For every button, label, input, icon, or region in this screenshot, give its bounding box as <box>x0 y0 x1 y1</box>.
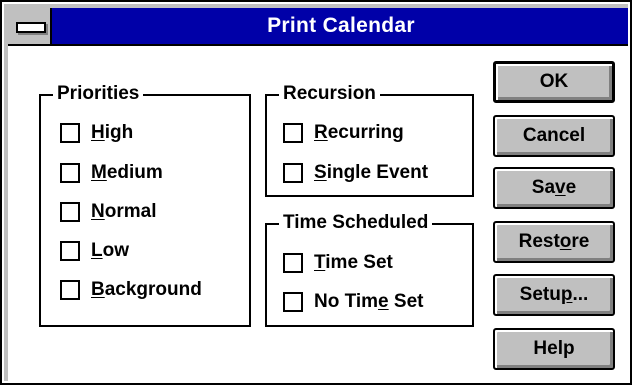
priorities-group: Priorities High Medium Normal Low Backgr… <box>39 82 251 327</box>
setup-button[interactable]: Setu p... <box>493 274 615 316</box>
help-button[interactable]: Help <box>493 328 615 370</box>
checkbox-low-box[interactable] <box>60 241 80 261</box>
recursion-group-label: Recursion <box>279 82 380 106</box>
checkbox-normal-box[interactable] <box>60 202 80 222</box>
save-button[interactable]: Sa v e <box>493 167 615 209</box>
checkbox-high-label: High <box>91 122 134 143</box>
checkbox-time-set-label: Time Set <box>314 252 393 273</box>
cancel-button[interactable]: Cancel <box>493 115 615 157</box>
checkbox-single-event[interactable]: Single Event <box>283 159 428 187</box>
checkbox-high[interactable]: High <box>60 119 133 147</box>
checkbox-normal[interactable]: Normal <box>60 198 156 226</box>
print-calendar-dialog: Print Calendar Priorities High Medium No… <box>0 0 632 385</box>
checkbox-single-event-label: Single Event <box>314 162 429 183</box>
checkbox-no-time-set-box[interactable] <box>283 292 303 312</box>
checkbox-medium-box[interactable] <box>60 163 80 183</box>
title-bar[interactable]: Print Calendar <box>8 8 628 46</box>
checkbox-time-set[interactable]: Time Set <box>283 249 393 277</box>
checkbox-background-label: Background <box>91 279 202 300</box>
system-menu-icon <box>16 22 46 33</box>
checkbox-single-event-box[interactable] <box>283 163 303 183</box>
checkbox-medium-label: Medium <box>91 162 163 183</box>
checkbox-recurring[interactable]: Recurring <box>283 119 404 147</box>
checkbox-high-box[interactable] <box>60 123 80 143</box>
time-scheduled-group: Time Scheduled Time Set No Time Set <box>265 211 474 327</box>
checkbox-recurring-label: Recurring <box>314 122 404 143</box>
checkbox-no-time-set[interactable]: No Time Set <box>283 288 423 316</box>
priorities-group-label: Priorities <box>53 82 144 106</box>
checkbox-low[interactable]: Low <box>60 237 129 265</box>
window-title: Print Calendar <box>267 14 415 37</box>
dialog-body: Priorities High Medium Normal Low Backgr… <box>8 46 628 381</box>
time-scheduled-group-label: Time Scheduled <box>279 211 433 235</box>
system-menu-button[interactable] <box>8 8 52 44</box>
ok-button[interactable]: OK <box>493 61 615 103</box>
checkbox-medium[interactable]: Medium <box>60 159 163 187</box>
restore-button[interactable]: Rest o re <box>493 221 615 263</box>
checkbox-time-set-box[interactable] <box>283 253 303 273</box>
checkbox-background-box[interactable] <box>60 280 80 300</box>
checkbox-normal-label: Normal <box>91 201 157 222</box>
checkbox-background[interactable]: Background <box>60 276 202 304</box>
checkbox-recurring-box[interactable] <box>283 123 303 143</box>
checkbox-no-time-set-label: No Time Set <box>314 291 424 312</box>
checkbox-low-label: Low <box>91 240 129 261</box>
recursion-group: Recursion Recurring Single Event <box>265 82 474 197</box>
